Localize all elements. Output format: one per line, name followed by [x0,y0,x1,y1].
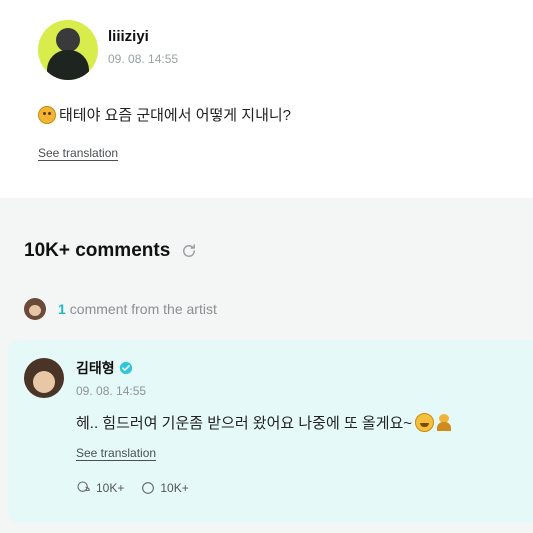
artist-comment-count: 1 [58,301,66,317]
comment-body: 헤.. 힘드러여 기운좀 받으러 왔어요 나중에 또 올게요~ [76,412,452,433]
comment-see-translation-link[interactable]: See translation [76,446,156,460]
avatar[interactable] [38,20,98,80]
reply-icon [77,481,90,492]
post-body: 태테야 요즘 군대에서 어떻게 지내니? [38,104,291,125]
artist-comments-filter[interactable]: 1 comment from the artist [24,298,217,320]
artist-comment-label: comment from the artist [69,301,217,317]
commenter-name[interactable]: 김태형 [76,358,115,378]
verified-badge-icon [119,361,132,375]
post-text: 태테야 요즘 군대에서 어떻게 지내니? [59,107,292,124]
comment-timestamp: 09. 08. 14:55 [76,384,147,398]
artist-avatar [24,298,46,320]
post-card: liiiziyi 09. 08. 14:55 태테야 요즘 군대에서 어떻게 지… [0,0,533,198]
comments-title: 10K+ comments [24,240,171,261]
avatar-body [47,50,89,80]
replies-count: 10K+ [96,481,125,495]
commenter-avatar[interactable] [24,358,64,398]
comment-stats: 10K+ 10K+ [76,480,205,496]
commenter-meta: 김태형 09. 08. 14:55 [76,358,146,398]
see-translation-link[interactable]: See translation [38,146,118,160]
likes-count: 10K+ [160,481,189,495]
replies-button[interactable]: 10K+ [76,480,124,496]
post-author-name[interactable]: liiiziyi [108,28,178,45]
artist-comment-card: 김태형 09. 08. 14:55 헤.. 힘드러여 기운좀 받으러 왔어요 나… [8,340,533,523]
comment-bubble-icon [142,482,155,494]
post-author-row: liiiziyi 09. 08. 14:55 [38,20,178,80]
like-button[interactable]: 10K+ [140,480,189,496]
avatar-head [56,28,80,52]
person-emoji-icon [437,414,452,431]
comments-header: 10K+ comments [24,240,198,262]
post-timestamp: 09. 08. 14:55 [108,52,179,66]
refresh-icon[interactable] [180,242,198,260]
comment-text: 헤.. 힘드러여 기운좀 받으러 왔어요 나중에 또 올게요~ [76,415,413,432]
post-author-meta: liiiziyi 09. 08. 14:55 [108,28,178,66]
grinning-face-icon [415,413,435,432]
commenter-name-row: 김태형 [76,358,146,378]
worried-face-icon [38,105,56,124]
